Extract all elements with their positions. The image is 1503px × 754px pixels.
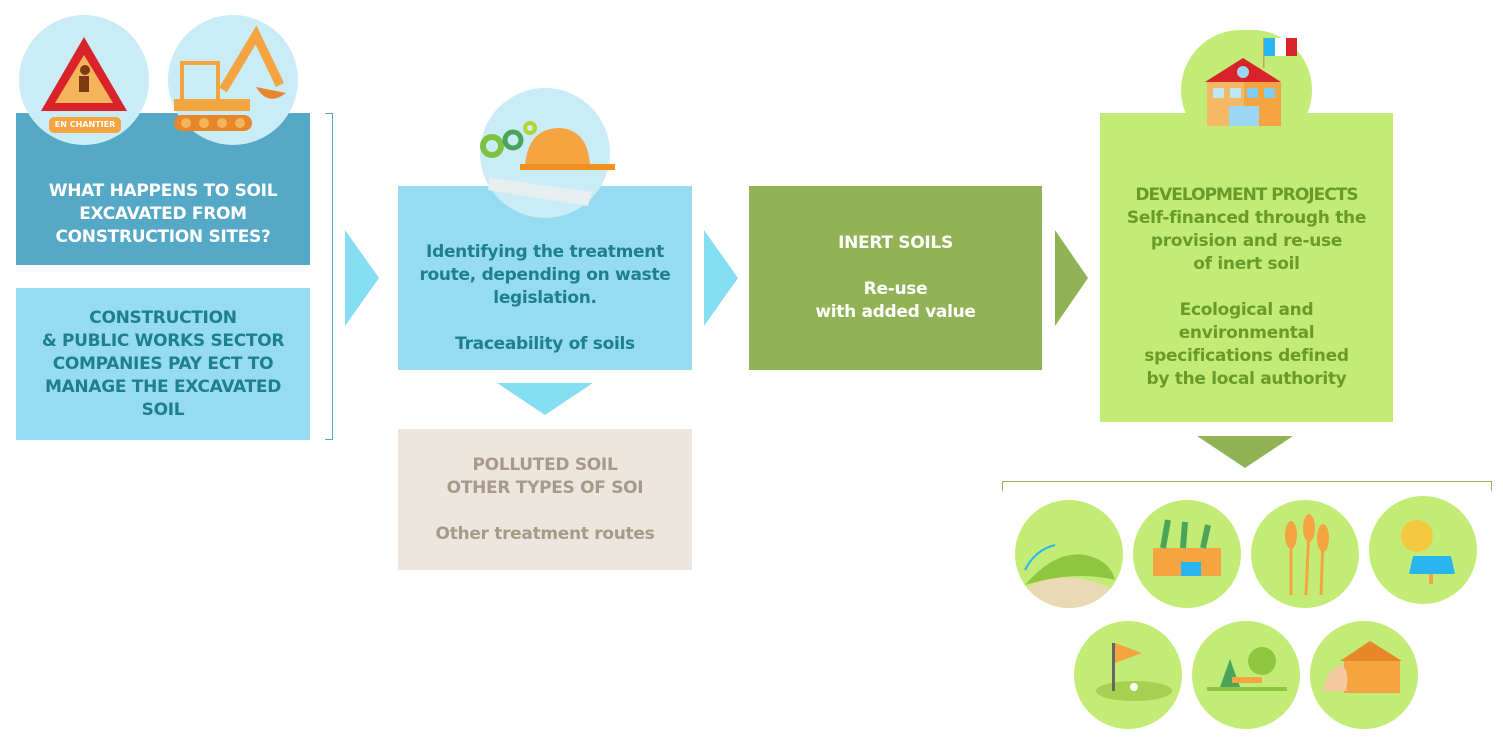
park-icon	[1192, 621, 1300, 729]
warning-sign-circle: EN CHANTIER	[19, 15, 149, 145]
town-hall-icon	[1205, 38, 1297, 126]
arrow-down-2	[1197, 436, 1293, 468]
excavator-circle	[168, 15, 298, 145]
en-chantier-badge: EN CHANTIER	[49, 117, 121, 133]
hard-hat-gears-plans-icon	[480, 121, 615, 206]
development-title: DEVELOPMENT PROJECTS	[1135, 185, 1358, 205]
polluted-soil-box: POLLUTED SOIL OTHER TYPES OF SOI Other t…	[398, 429, 692, 570]
inert-soils-title: INERT SOILS	[838, 233, 953, 253]
equestrian-stable-icon	[1310, 621, 1418, 729]
reuse-text: Re-use with added value	[815, 279, 976, 322]
bracket	[325, 113, 333, 440]
excavator-icon	[174, 25, 286, 131]
companies-box: CONSTRUCTION & PUBLIC WORKS SECTOR COMPA…	[16, 288, 310, 440]
arrow-right-3	[1055, 230, 1088, 326]
landscaped-mound-icon	[1015, 500, 1123, 608]
development-projects-box: DEVELOPMENT PROJECTS Self-financed throu…	[1100, 113, 1393, 422]
companies-text: CONSTRUCTION & PUBLIC WORKS SECTOR COMPA…	[41, 307, 285, 420]
arrow-right-1	[345, 230, 379, 326]
outcomes-bracket	[1002, 481, 1492, 491]
polluted-soil-title: POLLUTED SOIL OTHER TYPES OF SOI	[446, 454, 644, 498]
development-text: Self-financed through the provision and …	[1126, 208, 1367, 274]
traceability-text: Traceability of soils	[455, 333, 635, 354]
wheat-crop-icon	[1251, 500, 1359, 608]
other-routes-text: Other treatment routes	[435, 523, 655, 544]
golf-course-icon	[1074, 621, 1182, 729]
arrow-down-1	[497, 383, 593, 415]
garden-icon	[1133, 500, 1241, 608]
treatment-route-text: Identifying the treatment route, dependi…	[419, 241, 671, 308]
town-hall-circle	[1181, 30, 1312, 150]
arrow-right-2	[704, 230, 738, 326]
hard-hat-circle	[480, 88, 615, 218]
development-subtext: Ecological and environmental specificati…	[1144, 300, 1349, 389]
question-text: WHAT HAPPENS TO SOIL EXCAVATED FROM CONS…	[48, 180, 278, 247]
solar-panel-icon	[1369, 496, 1477, 604]
inert-soils-box: INERT SOILS Re-use with added value	[749, 186, 1042, 370]
